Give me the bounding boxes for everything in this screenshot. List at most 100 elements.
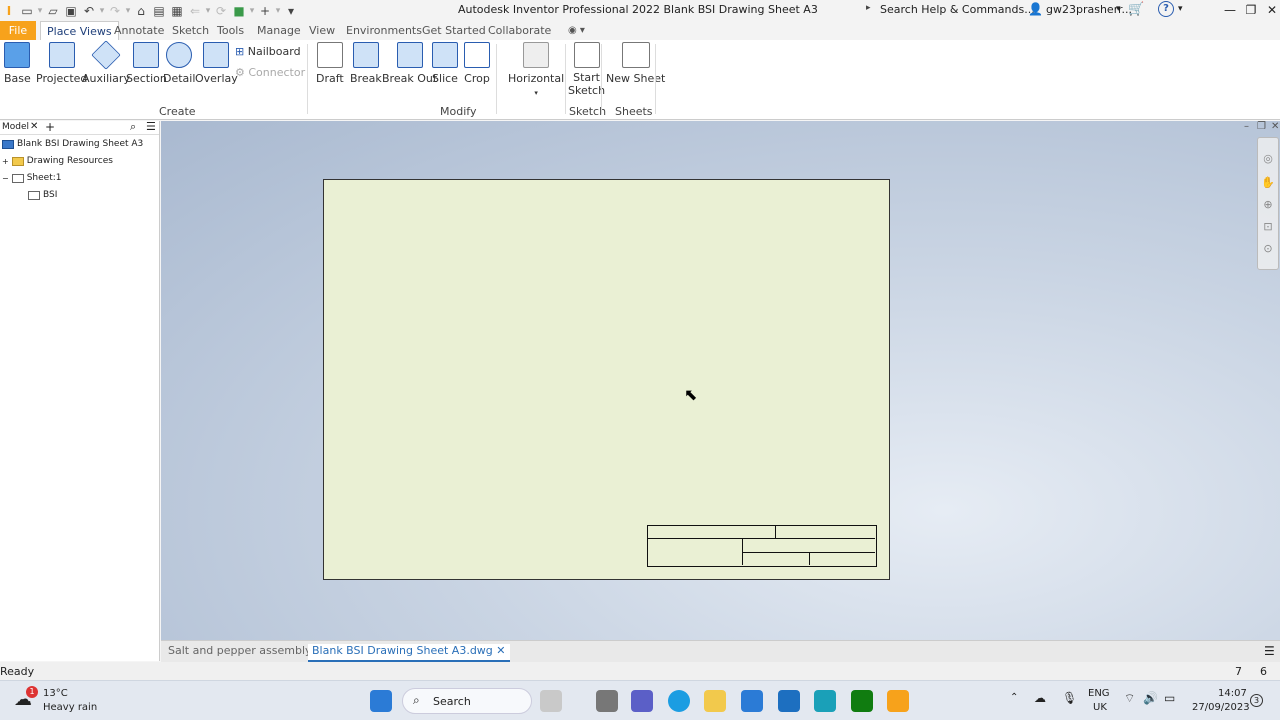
tab-environments[interactable]: Environments [340, 21, 428, 40]
cart-icon[interactable]: 🛒 [1128, 2, 1144, 17]
save-icon[interactable]: ▣ [62, 2, 80, 20]
chevron-down-icon[interactable]: ▾ [1116, 4, 1121, 14]
file-explorer-icon[interactable] [704, 690, 726, 712]
home-icon[interactable]: ⌂ [132, 2, 150, 20]
clock-time[interactable]: 14:07 [1218, 688, 1247, 699]
steering-wheel-icon[interactable]: ◎ [1261, 152, 1275, 166]
break-out-button[interactable]: Break Out [382, 42, 437, 85]
tab-collaborate[interactable]: Collaborate [482, 21, 557, 40]
crop-button[interactable]: Crop [464, 42, 490, 85]
taskbar-search[interactable]: ⌕ Search [402, 688, 532, 714]
horizontal-button[interactable]: Horizontal ▾ [508, 42, 564, 98]
app-logo-icon[interactable]: I [0, 2, 18, 20]
tab-manage[interactable]: Manage [251, 21, 307, 40]
draft-button[interactable]: Draft [316, 42, 344, 85]
zoom-selected-icon[interactable]: ⊙ [1261, 242, 1275, 256]
help-icon[interactable]: ? [1158, 1, 1174, 17]
inventor-taskbar-icon[interactable] [887, 690, 909, 712]
section-view-button[interactable]: Section [126, 42, 167, 85]
undo-icon[interactable]: ↶ [80, 2, 98, 20]
viewport-restore-icon[interactable]: ❐ [1257, 121, 1266, 132]
start-icon[interactable] [370, 690, 392, 712]
ribbon-options-icon[interactable]: ◉ ▾ [562, 21, 591, 40]
expand-icon[interactable]: + [2, 157, 9, 166]
tab-annotate[interactable]: Annotate [108, 21, 170, 40]
nailboard-button[interactable]: ⊞ Nailboard [235, 45, 301, 58]
edge-icon[interactable] [668, 690, 690, 712]
redo-icon[interactable]: ↷ [106, 2, 124, 20]
tree-item-document[interactable]: Blank BSI Drawing Sheet A3 [2, 139, 143, 149]
title-block[interactable] [647, 525, 877, 567]
start-sketch-button[interactable]: Start Sketch [568, 42, 605, 97]
maximize-button[interactable]: ❐ [1240, 0, 1262, 20]
projected-view-button[interactable]: Projected [36, 42, 87, 85]
volume-icon[interactable]: 🔊 [1143, 691, 1158, 705]
search-help-input[interactable]: Search Help & Commands... [880, 3, 1035, 16]
widgets-icon[interactable] [540, 690, 562, 712]
new-sheet-button[interactable]: New Sheet [606, 42, 665, 85]
search-icon[interactable]: ⌕ [130, 120, 136, 134]
chevron-up-icon[interactable]: ⌃ [1010, 692, 1018, 703]
tree-item-sheet[interactable]: − Sheet:1 [2, 173, 61, 183]
clock-date[interactable]: 27/09/2023 [1192, 702, 1250, 713]
menu-icon[interactable]: ☰ [146, 120, 156, 133]
lang-eng[interactable]: ENG [1088, 688, 1110, 699]
tree-item-border[interactable]: BSI [28, 190, 57, 200]
close-icon[interactable]: ✕ [30, 121, 38, 132]
return-icon[interactable]: ⇐ [186, 2, 204, 20]
add-icon[interactable]: + [256, 2, 274, 20]
print-icon[interactable]: ▦ [168, 2, 186, 20]
minimize-button[interactable]: — [1219, 0, 1241, 20]
detail-view-button[interactable]: Detail [163, 42, 195, 85]
project-icon[interactable]: ▤ [150, 2, 168, 20]
onedrive-icon[interactable]: ☁ [1034, 691, 1046, 705]
lang-uk[interactable]: UK [1093, 702, 1107, 713]
store-icon[interactable] [741, 690, 763, 712]
crop-icon [464, 42, 490, 68]
tab-file[interactable]: File [0, 21, 36, 40]
add-tab-icon[interactable]: + [45, 120, 55, 134]
weather-desc[interactable]: Heavy rain [43, 702, 97, 713]
teams-icon[interactable] [631, 690, 653, 712]
task-view-icon[interactable] [596, 690, 618, 712]
auxiliary-view-button[interactable]: Auxiliary [82, 40, 130, 85]
horizontal-label: Horizontal [508, 72, 565, 85]
zoom-icon[interactable]: ⊕ [1261, 198, 1275, 212]
browser-tab-model[interactable]: Model [2, 122, 29, 132]
notification-badge[interactable]: 3 [1250, 694, 1263, 707]
app-l-icon[interactable] [814, 690, 836, 712]
xbox-icon[interactable] [851, 690, 873, 712]
tab-get-started[interactable]: Get Started [416, 21, 492, 40]
close-button[interactable]: ✕ [1261, 0, 1280, 20]
drawing-sheet[interactable] [323, 179, 890, 580]
viewport-close-icon[interactable]: ✕ [1271, 121, 1279, 132]
pan-icon[interactable]: ✋ [1261, 176, 1275, 190]
mail-icon[interactable] [778, 690, 800, 712]
slice-button[interactable]: Slice [432, 42, 458, 85]
new-icon[interactable]: ▭ [18, 2, 36, 20]
connector-button[interactable]: ⚙ Connector [235, 66, 305, 79]
appearance-icon[interactable]: ■ [230, 2, 248, 20]
tab-place-views[interactable]: Place Views [40, 21, 119, 40]
tab-tools[interactable]: Tools [211, 21, 250, 40]
tree-item-drawing-resources[interactable]: + Drawing Resources [2, 156, 113, 166]
update-icon[interactable]: ⟳ [212, 2, 230, 20]
base-view-button[interactable]: Base [4, 42, 31, 85]
help-dropdown-icon[interactable]: ▾ [1178, 4, 1183, 14]
tab-menu-icon[interactable]: ☰ [1264, 644, 1275, 658]
viewport-minimize-icon[interactable]: – [1244, 121, 1249, 132]
battery-icon[interactable]: ▭ [1164, 691, 1175, 705]
tab-sketch[interactable]: Sketch [166, 21, 215, 40]
wifi-icon[interactable]: ⌔ [1124, 691, 1135, 706]
open-icon[interactable]: ▱ [44, 2, 62, 20]
tab-view[interactable]: View [303, 21, 341, 40]
zoom-window-icon[interactable]: ⊡ [1261, 220, 1275, 234]
collapse-icon[interactable]: − [2, 174, 9, 183]
break-button[interactable]: Break [350, 42, 382, 85]
microphone-icon[interactable]: 🎙 [1062, 691, 1077, 705]
customize-icon[interactable]: ▾ [282, 2, 300, 20]
weather-temp[interactable]: 13°C [43, 688, 68, 699]
close-tab-icon[interactable]: ✕ [496, 644, 505, 657]
overlay-view-button[interactable]: Overlay [195, 42, 238, 85]
doc-tab-drawing[interactable]: Blank BSI Drawing Sheet A3.dwg ✕ [308, 644, 510, 662]
